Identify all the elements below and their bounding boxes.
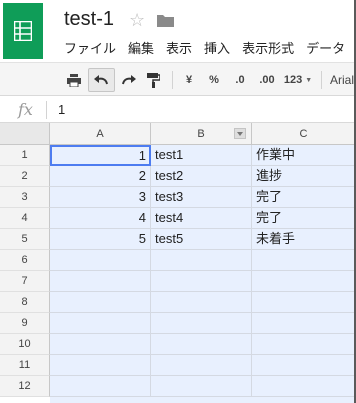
cell-c-2[interactable]: 進捗 — [252, 166, 356, 187]
menu-format[interactable]: 表示形式 — [242, 38, 294, 56]
increase-decimal-label: .00 — [259, 74, 275, 86]
row-header[interactable]: 7 — [0, 271, 50, 292]
select-all-corner[interactable] — [0, 123, 50, 145]
row-header[interactable]: 2 — [0, 166, 50, 187]
column-header-label: C — [299, 127, 308, 140]
cell-c-7[interactable] — [252, 271, 356, 292]
menu-file[interactable]: ファイル — [64, 38, 116, 56]
row-header[interactable]: 11 — [0, 355, 50, 376]
decrease-decimal-button[interactable]: .0 — [229, 68, 251, 92]
more-formats-label: 123 — [283, 74, 303, 86]
row-header[interactable]: 6 — [0, 250, 50, 271]
cell-b-6[interactable] — [151, 250, 252, 271]
more-formats-button[interactable]: 123 ▼ — [283, 68, 313, 92]
decrease-decimal-label: .0 — [235, 74, 245, 86]
row-header[interactable]: 4 — [0, 208, 50, 229]
star-icon[interactable]: ☆ — [129, 10, 145, 30]
cell-c-8[interactable] — [252, 292, 356, 313]
cell-area: 1 test1 作業中 2 test2 進捗 3 test3 完了 4 test4 完了 5 test5 未… — [50, 145, 356, 403]
spreadsheet-grid: A B C 1 2 3 4 5 6 7 8 9 10 11 12 1 test1 作業中 2 test2 進捗 3… — [0, 123, 356, 403]
menu-data[interactable]: データ — [306, 38, 345, 56]
cell-a-11[interactable] — [50, 355, 151, 376]
cell-a-12[interactable] — [50, 376, 151, 397]
menu-view[interactable]: 表示 — [166, 38, 192, 56]
document-title[interactable]: test-1 — [64, 8, 114, 31]
header: test-1 ☆ ファイル 編集 表示 挿入 表示形式 データ — [0, 0, 356, 62]
cell-a-4[interactable]: 4 — [50, 208, 151, 229]
cell-b-9[interactable] — [151, 313, 252, 334]
toolbar-separator — [172, 71, 173, 89]
sheets-logo-icon[interactable] — [3, 3, 43, 59]
cell-b-12[interactable] — [151, 376, 252, 397]
column-header-c[interactable]: C — [252, 123, 356, 145]
column-header-b[interactable]: B — [151, 123, 252, 145]
cell-a-5[interactable]: 5 — [50, 229, 151, 250]
cell-a-3[interactable]: 3 — [50, 187, 151, 208]
cell-c-5[interactable]: 未着手 — [252, 229, 356, 250]
paint-format-icon[interactable] — [142, 68, 164, 92]
increase-decimal-button[interactable]: .00 — [255, 68, 279, 92]
cell-c-9[interactable] — [252, 313, 356, 334]
column-header-label: A — [96, 127, 104, 140]
toolbar: ¥ % .0 .00 123 ▼ Arial — [0, 62, 356, 96]
cell-b-7[interactable] — [151, 271, 252, 292]
menu-bar: ファイル 編集 表示 挿入 表示形式 データ — [64, 38, 356, 56]
cell-c-11[interactable] — [252, 355, 356, 376]
fx-label: fx — [18, 100, 33, 119]
cell-c-12[interactable] — [252, 376, 356, 397]
menu-edit[interactable]: 編集 — [128, 38, 154, 56]
cell-b-3[interactable]: test3 — [151, 187, 252, 208]
cell-a-10[interactable] — [50, 334, 151, 355]
cell-b-2[interactable]: test2 — [151, 166, 252, 187]
cell-b-8[interactable] — [151, 292, 252, 313]
row-header[interactable]: 9 — [0, 313, 50, 334]
row-header[interactable]: 3 — [0, 187, 50, 208]
row-header[interactable]: 8 — [0, 292, 50, 313]
cell-c-1[interactable]: 作業中 — [252, 145, 356, 166]
font-family-select[interactable]: Arial — [330, 68, 356, 92]
row-header[interactable]: 10 — [0, 334, 50, 355]
cell-a-7[interactable] — [50, 271, 151, 292]
cell-a-2[interactable]: 2 — [50, 166, 151, 187]
undo-icon[interactable] — [88, 68, 115, 92]
column-header-a[interactable]: A — [50, 123, 151, 145]
cell-a-6[interactable] — [50, 250, 151, 271]
cell-a-1[interactable]: 1 — [50, 145, 151, 166]
currency-button[interactable]: ¥ — [181, 68, 197, 92]
cell-b-10[interactable] — [151, 334, 252, 355]
menu-insert[interactable]: 挿入 — [204, 38, 230, 56]
filter-icon[interactable] — [234, 128, 246, 139]
formula-input[interactable]: 1 — [58, 102, 65, 117]
row-header[interactable]: 5 — [0, 229, 50, 250]
cell-c-10[interactable] — [252, 334, 356, 355]
cell-b-5[interactable]: test5 — [151, 229, 252, 250]
toolbar-separator — [321, 71, 322, 89]
redo-icon[interactable] — [117, 68, 139, 92]
cell-a-8[interactable] — [50, 292, 151, 313]
percent-button[interactable]: % — [206, 68, 222, 92]
cell-a-9[interactable] — [50, 313, 151, 334]
cell-b-1[interactable]: test1 — [151, 145, 252, 166]
column-header-label: B — [197, 127, 205, 140]
chevron-down-icon: ▼ — [305, 76, 313, 84]
cell-c-4[interactable]: 完了 — [252, 208, 356, 229]
cell-b-4[interactable]: test4 — [151, 208, 252, 229]
formula-separator — [46, 101, 47, 119]
cell-c-6[interactable] — [252, 250, 356, 271]
row-header[interactable]: 12 — [0, 376, 50, 397]
row-header[interactable]: 1 — [0, 145, 50, 166]
print-icon[interactable] — [62, 68, 86, 92]
folder-icon[interactable] — [157, 14, 174, 27]
cell-c-3[interactable]: 完了 — [252, 187, 356, 208]
formula-bar: fx 1 — [0, 97, 356, 123]
cell-b-11[interactable] — [151, 355, 252, 376]
